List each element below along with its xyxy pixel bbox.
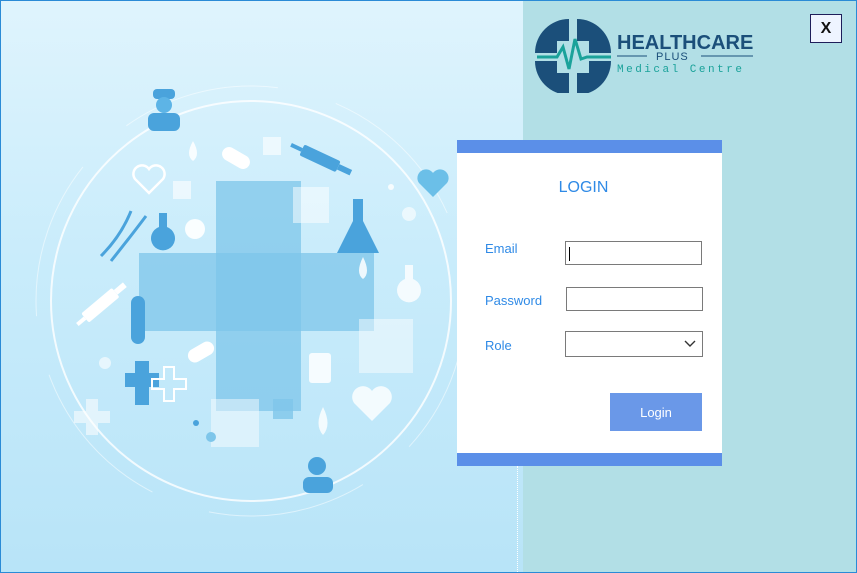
logo-tagline: Medical Centre <box>617 64 744 76</box>
logo-cross-icon <box>535 19 611 95</box>
syringe-icon <box>76 282 127 327</box>
flask-icon <box>337 199 379 253</box>
logo-sub: PLUS <box>656 51 689 63</box>
email-label: Email <box>485 241 518 256</box>
login-card: LOGIN Email Password Role Login <box>457 140 722 466</box>
syringe-icon <box>290 143 353 176</box>
pill-icon <box>185 219 205 239</box>
test-tube-icon <box>131 296 145 344</box>
cross-icon <box>125 361 159 405</box>
pill-icon <box>222 147 250 169</box>
password-field[interactable] <box>566 287 703 311</box>
chevron-down-icon <box>684 340 696 347</box>
login-window: HEALTHCARE PLUS Medical Centre X LOGIN E… <box>0 0 857 573</box>
close-icon: X <box>820 19 832 37</box>
bottle-icon <box>309 353 331 383</box>
heart-icon <box>352 386 392 421</box>
person-icon <box>303 457 333 493</box>
flask-icon <box>150 213 175 251</box>
card-bottom-bar <box>457 453 722 466</box>
drop-icon <box>189 141 197 161</box>
medical-background-illustration <box>35 85 467 517</box>
text-caret <box>569 247 570 261</box>
heart-icon <box>417 169 449 197</box>
drop-icon <box>318 407 328 435</box>
heart-outline-icon <box>132 164 166 195</box>
role-select[interactable] <box>565 331 703 357</box>
divider <box>517 466 518 572</box>
pill-icon <box>187 341 215 363</box>
healthcare-plus-logo: HEALTHCARE PLUS Medical Centre <box>531 15 761 95</box>
login-button[interactable]: Login <box>610 393 702 431</box>
login-title: LOGIN <box>558 179 609 196</box>
close-button[interactable]: X <box>810 14 842 43</box>
role-label: Role <box>485 338 512 353</box>
email-field[interactable] <box>565 241 702 265</box>
flask-icon <box>396 265 421 303</box>
password-label: Password <box>485 293 543 308</box>
card-top-bar <box>457 140 722 153</box>
